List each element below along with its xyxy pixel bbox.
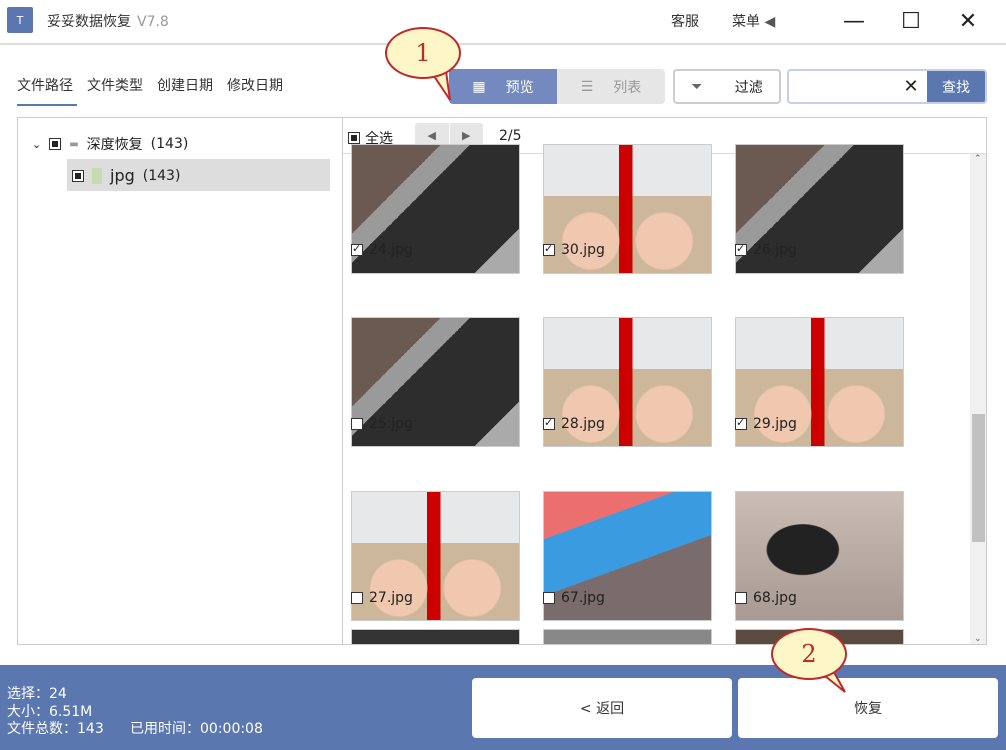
app-name: 妥妥数据恢复 — [47, 14, 131, 30]
preview-view-button[interactable]: ▦ 预览 — [449, 69, 557, 104]
file-checkbox[interactable] — [543, 416, 555, 430]
file-checkbox[interactable] — [543, 242, 555, 256]
file-name: 29.jpg — [753, 416, 797, 432]
checkbox[interactable] — [348, 132, 360, 144]
thumbnail-caption[interactable]: 68.jpg — [735, 590, 797, 606]
thumbnail-caption[interactable]: 67.jpg — [543, 590, 605, 606]
file-name: 68.jpg — [753, 590, 797, 606]
selected-count: 选择：24 — [7, 686, 67, 702]
app-title: 妥妥数据恢复 V7.8 — [47, 11, 169, 31]
thumbnail-caption[interactable]: 28.jpg — [543, 416, 605, 432]
folder-tree: ⌄ ▬ 深度恢复 (143) jpg (143) — [17, 117, 343, 645]
thumbnail-caption[interactable]: 30.jpg — [543, 242, 605, 258]
scrollbar-thumb[interactable] — [972, 414, 985, 542]
thumbnail-image[interactable] — [351, 629, 520, 644]
maximize-button[interactable]: ☐ — [896, 6, 926, 36]
thumbnail-caption[interactable]: 29.jpg — [735, 416, 797, 432]
total-files: 文件总数：143 — [7, 721, 104, 737]
elapsed-time: 已用时间：00:00:08 — [130, 721, 263, 737]
callout-1: 1 — [385, 27, 461, 79]
file-name: 67.jpg — [561, 590, 605, 606]
tree-label: 深度恢复 — [86, 137, 143, 153]
filter-icon: ⏷ — [691, 78, 703, 95]
search-input[interactable] — [789, 71, 895, 102]
tab-file-path[interactable]: 文件路径 — [17, 75, 73, 95]
filter-button[interactable]: ⏷ 过滤 — [673, 69, 781, 104]
page-indicator: 2/5 — [499, 128, 522, 144]
list-icon: ☰ — [580, 78, 594, 95]
chevron-down-icon[interactable]: ⌄ — [32, 138, 41, 151]
file-name: 28.jpg — [561, 416, 605, 432]
callout-2: 2 — [771, 628, 847, 680]
minimize-button[interactable]: — — [839, 6, 869, 36]
file-checkbox[interactable] — [735, 416, 747, 430]
back-button[interactable]: < 返回 — [472, 678, 732, 738]
drive-icon: ▬ — [69, 138, 79, 150]
filter-label: 过滤 — [734, 79, 763, 96]
tree-label: jpg — [110, 166, 135, 185]
tree-count: (143) — [150, 136, 189, 152]
menu-label: 菜单 — [732, 14, 760, 30]
app-version: V7.8 — [137, 14, 169, 30]
app-logo: T — [7, 7, 33, 33]
active-tab-indicator — [17, 104, 77, 106]
tab-created-date[interactable]: 创建日期 — [157, 75, 213, 95]
list-label: 列表 — [613, 79, 642, 96]
list-view-button[interactable]: ☰ 列表 — [557, 69, 665, 104]
tree-item-deep-recovery[interactable]: ⌄ ▬ 深度恢复 (143) — [32, 134, 188, 154]
file-name: 25.jpg — [369, 416, 413, 432]
logo-text: T — [16, 13, 24, 27]
thumbnail-image[interactable] — [543, 629, 712, 644]
preview-panel: 全选 ◀▶ 2/5 24.jpg30.jpg26.jpg25.jpg28.jpg… — [342, 117, 987, 645]
file-checkbox[interactable] — [543, 592, 555, 604]
tree-count: (143) — [142, 167, 181, 184]
service-button[interactable]: 客服 — [671, 11, 699, 31]
divider — [0, 43, 1006, 45]
menu-arrow-icon: ◀ — [764, 14, 776, 30]
view-toggle: ▦ 预览 ☰ 列表 — [449, 69, 665, 104]
search-button[interactable]: 查找 — [927, 71, 985, 102]
tab-modified-date[interactable]: 修改日期 — [227, 75, 283, 95]
tab-file-type[interactable]: 文件类型 — [87, 75, 143, 95]
scroll-up-icon[interactable]: ⌃ — [974, 154, 982, 164]
file-icon — [92, 167, 102, 184]
tree-item-jpg[interactable]: jpg (143) — [72, 166, 180, 185]
thumbnail-caption[interactable]: 26.jpg — [735, 242, 797, 258]
file-name: 30.jpg — [561, 242, 605, 258]
file-checkbox[interactable] — [351, 242, 363, 256]
file-checkbox[interactable] — [735, 592, 747, 604]
clear-search-icon[interactable]: ✕ — [895, 71, 927, 102]
thumbnail-caption[interactable]: 25.jpg — [351, 416, 413, 432]
search-box: ✕ 查找 — [787, 69, 987, 104]
menu-button[interactable]: 菜单 ◀ — [732, 11, 775, 31]
preview-label: 预览 — [505, 79, 534, 96]
vertical-scrollbar[interactable]: ⌃ ⌄ — [970, 154, 986, 644]
file-name: 26.jpg — [753, 242, 797, 258]
file-name: 24.jpg — [369, 242, 413, 258]
close-button[interactable]: ✕ — [953, 6, 983, 36]
thumbnail-caption[interactable]: 27.jpg — [351, 590, 413, 606]
scroll-down-icon[interactable]: ⌄ — [974, 634, 982, 644]
thumbnail-caption[interactable]: 24.jpg — [351, 242, 413, 258]
grid-icon: ▦ — [472, 78, 486, 95]
status-bar: 选择：24 大小：6.51M 文件总数：143 已用时间：00:00:08 < … — [0, 665, 1006, 750]
recover-button[interactable]: 恢复 — [738, 678, 998, 738]
file-checkbox[interactable] — [351, 592, 363, 604]
tree-checkbox[interactable] — [72, 169, 84, 182]
file-name: 27.jpg — [369, 590, 413, 606]
file-checkbox[interactable] — [735, 242, 747, 256]
file-checkbox[interactable] — [351, 418, 363, 430]
tree-checkbox[interactable] — [49, 138, 62, 150]
